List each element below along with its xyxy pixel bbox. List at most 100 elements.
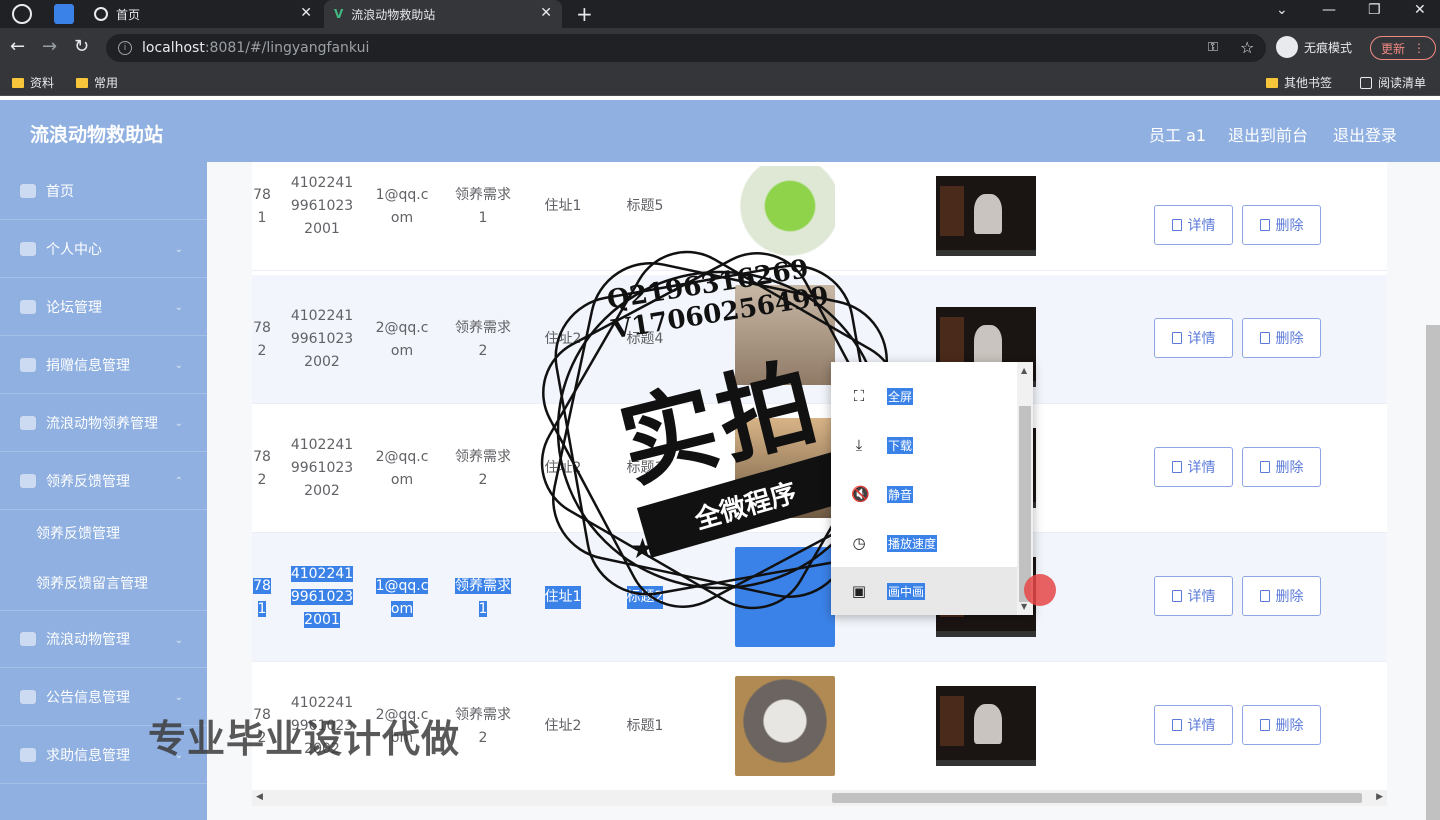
delete-button[interactable]: 删除 <box>1242 205 1321 245</box>
back-icon[interactable]: ← <box>10 36 25 57</box>
scrollbar-thumb[interactable] <box>1019 406 1031 602</box>
video-thumbnail[interactable] <box>936 686 1036 766</box>
sidebar-item-stray-animals[interactable]: 流浪动物管理 ⌄ <box>0 610 207 668</box>
feedback-icon <box>20 473 36 488</box>
logout-link[interactable]: 退出登录 <box>1333 122 1397 146</box>
requirement-cell: 领养需求 1 <box>455 577 511 617</box>
sidebar-item-forum[interactable]: 论坛管理 ⌄ <box>0 278 207 336</box>
user-icon <box>20 241 36 256</box>
app-header: 流浪动物救助站 员工 a1 退出到前台 退出登录 <box>0 100 1440 162</box>
sidebar-item-personal-center[interactable]: 个人中心 ⌄ <box>0 220 207 278</box>
info-icon[interactable]: i <box>118 41 132 55</box>
tab-search-icon[interactable]: ⌄ <box>1276 2 1288 18</box>
scroll-left-icon[interactable]: ◀ <box>256 792 263 802</box>
scroll-up-icon[interactable]: ▲ <box>1021 366 1027 375</box>
bookmark-label: 其他书签 <box>1284 76 1333 90</box>
scrollbar-thumb[interactable] <box>832 793 1362 803</box>
bookmark-folder[interactable]: 常用 <box>76 74 118 91</box>
globe-icon <box>94 7 108 21</box>
delete-button[interactable]: 删除 <box>1242 318 1321 358</box>
id-number-cell: 4102241 9961023 2002 <box>290 437 354 499</box>
mute-icon: 🔇 <box>851 485 870 503</box>
tab-label: 流浪动物救助站 <box>351 7 436 22</box>
address-bar: ← → ↻ i localhost:8081/#/lingyangfankui … <box>0 28 1440 68</box>
chevron-down-icon: ⌄ <box>174 635 183 646</box>
announcement-icon <box>20 689 36 704</box>
app-title: 流浪动物救助站 <box>30 124 164 146</box>
new-tab-icon[interactable]: + <box>576 2 593 26</box>
scroll-right-icon[interactable]: ▶ <box>1376 792 1383 802</box>
menu-item-download[interactable]: ⤓ 下载 <box>831 421 1017 469</box>
minimize-icon[interactable]: — <box>1322 2 1336 18</box>
bookmark-label: 常用 <box>94 76 119 90</box>
menu-item-picture-in-picture[interactable]: ▣ 画中画 <box>831 567 1017 615</box>
detail-button[interactable]: 详情 <box>1154 705 1233 745</box>
requirement-cell: 领养需求 2 <box>455 319 511 359</box>
trash-icon <box>1259 219 1270 231</box>
sidebar-subitem-feedback[interactable]: 领养反馈管理 <box>0 508 207 558</box>
video-thumbnail[interactable] <box>936 176 1036 256</box>
sidebar-item-label: 求助信息管理 <box>46 747 130 764</box>
email-cell: 2@qq.c om <box>375 319 429 359</box>
globe-icon[interactable] <box>12 4 32 24</box>
delete-button[interactable]: 删除 <box>1242 705 1321 745</box>
sidebar-item-donation[interactable]: 捐赠信息管理 ⌄ <box>0 336 207 394</box>
detail-button[interactable]: 详情 <box>1154 318 1233 358</box>
email-cell: 2@qq.c om <box>375 448 429 488</box>
sidebar-item-home[interactable]: 首页 <box>0 162 207 220</box>
sidebar-item-label: 首页 <box>46 183 74 200</box>
table-cell: 78 2 <box>253 448 271 488</box>
update-button[interactable]: 更新 ⋮ <box>1370 36 1437 60</box>
url-input[interactable]: i localhost:8081/#/lingyangfankui <box>106 34 1266 62</box>
scroll-down-icon[interactable]: ▼ <box>1021 602 1027 611</box>
document-icon <box>1171 332 1182 344</box>
menu-item-playback-speed[interactable]: ◷ 播放速度 <box>831 519 1017 567</box>
tab-home[interactable]: 首页 ✕ <box>84 0 322 28</box>
incognito-indicator[interactable]: 无痕模式 <box>1276 36 1352 58</box>
tab-label: 首页 <box>116 7 141 22</box>
animal-photo <box>735 676 835 776</box>
other-bookmarks[interactable]: 其他书签 <box>1266 74 1332 91</box>
requirement-cell: 领养需求 1 <box>455 186 511 226</box>
url-path: :8081/#/lingyangfankui <box>204 40 370 56</box>
horizontal-scrollbar[interactable]: ◀ ▶ <box>252 790 1387 806</box>
delete-button[interactable]: 删除 <box>1242 576 1321 616</box>
incognito-icon <box>1276 36 1298 58</box>
sidebar-subitem-feedback-message[interactable]: 领养反馈留言管理 <box>0 558 207 608</box>
trash-icon <box>1259 461 1270 473</box>
folder-icon <box>12 77 24 88</box>
id-number-cell: 4102241 9961023 2002 <box>290 308 354 370</box>
bookmark-label: 资料 <box>30 76 55 90</box>
tab-rescue-station[interactable]: V 流浪动物救助站 ✕ <box>324 0 562 28</box>
speed-icon: ◷ <box>852 534 866 552</box>
close-icon[interactable]: ✕ <box>300 5 312 21</box>
close-window-icon[interactable]: ✕ <box>1414 2 1426 18</box>
document-icon <box>1171 719 1182 731</box>
close-icon[interactable]: ✕ <box>540 5 552 21</box>
back-to-front-link[interactable]: 退出到前台 <box>1228 122 1308 146</box>
star-icon[interactable]: ☆ <box>1240 38 1254 57</box>
download-icon: ⤓ <box>855 436 863 454</box>
reading-list[interactable]: 阅读清单 <box>1360 74 1426 91</box>
sidebar-item-label: 领养反馈管理 <box>46 473 130 490</box>
detail-button[interactable]: 详情 <box>1154 576 1233 616</box>
detail-button[interactable]: 详情 <box>1154 205 1233 245</box>
forward-icon[interactable]: → <box>42 36 57 57</box>
reload-icon[interactable]: ↻ <box>74 36 89 57</box>
app-icon[interactable] <box>54 4 74 24</box>
detail-button[interactable]: 详情 <box>1154 447 1233 487</box>
restore-icon[interactable]: ❐ <box>1368 2 1381 18</box>
sidebar-item-label: 流浪动物领养管理 <box>46 415 158 432</box>
key-icon[interactable]: ⚿ <box>1208 40 1218 55</box>
sidebar-item-adoption[interactable]: 流浪动物领养管理 ⌄ <box>0 394 207 452</box>
sidebar-item-label: 公告信息管理 <box>46 689 130 706</box>
update-label: 更新 <box>1381 41 1406 56</box>
cursor-highlight <box>1024 574 1056 606</box>
sidebar-item-adoption-feedback[interactable]: 领养反馈管理 ⌃ <box>0 452 207 510</box>
fullscreen-icon: ⛶ <box>853 387 865 405</box>
bookmark-folder[interactable]: 资料 <box>12 74 54 91</box>
delete-button[interactable]: 删除 <box>1242 447 1321 487</box>
vertical-scrollbar[interactable] <box>1426 325 1440 820</box>
menu-item-fullscreen[interactable]: ⛶ 全屏 <box>831 372 1017 420</box>
menu-item-mute[interactable]: 🔇 静音 <box>831 470 1017 518</box>
